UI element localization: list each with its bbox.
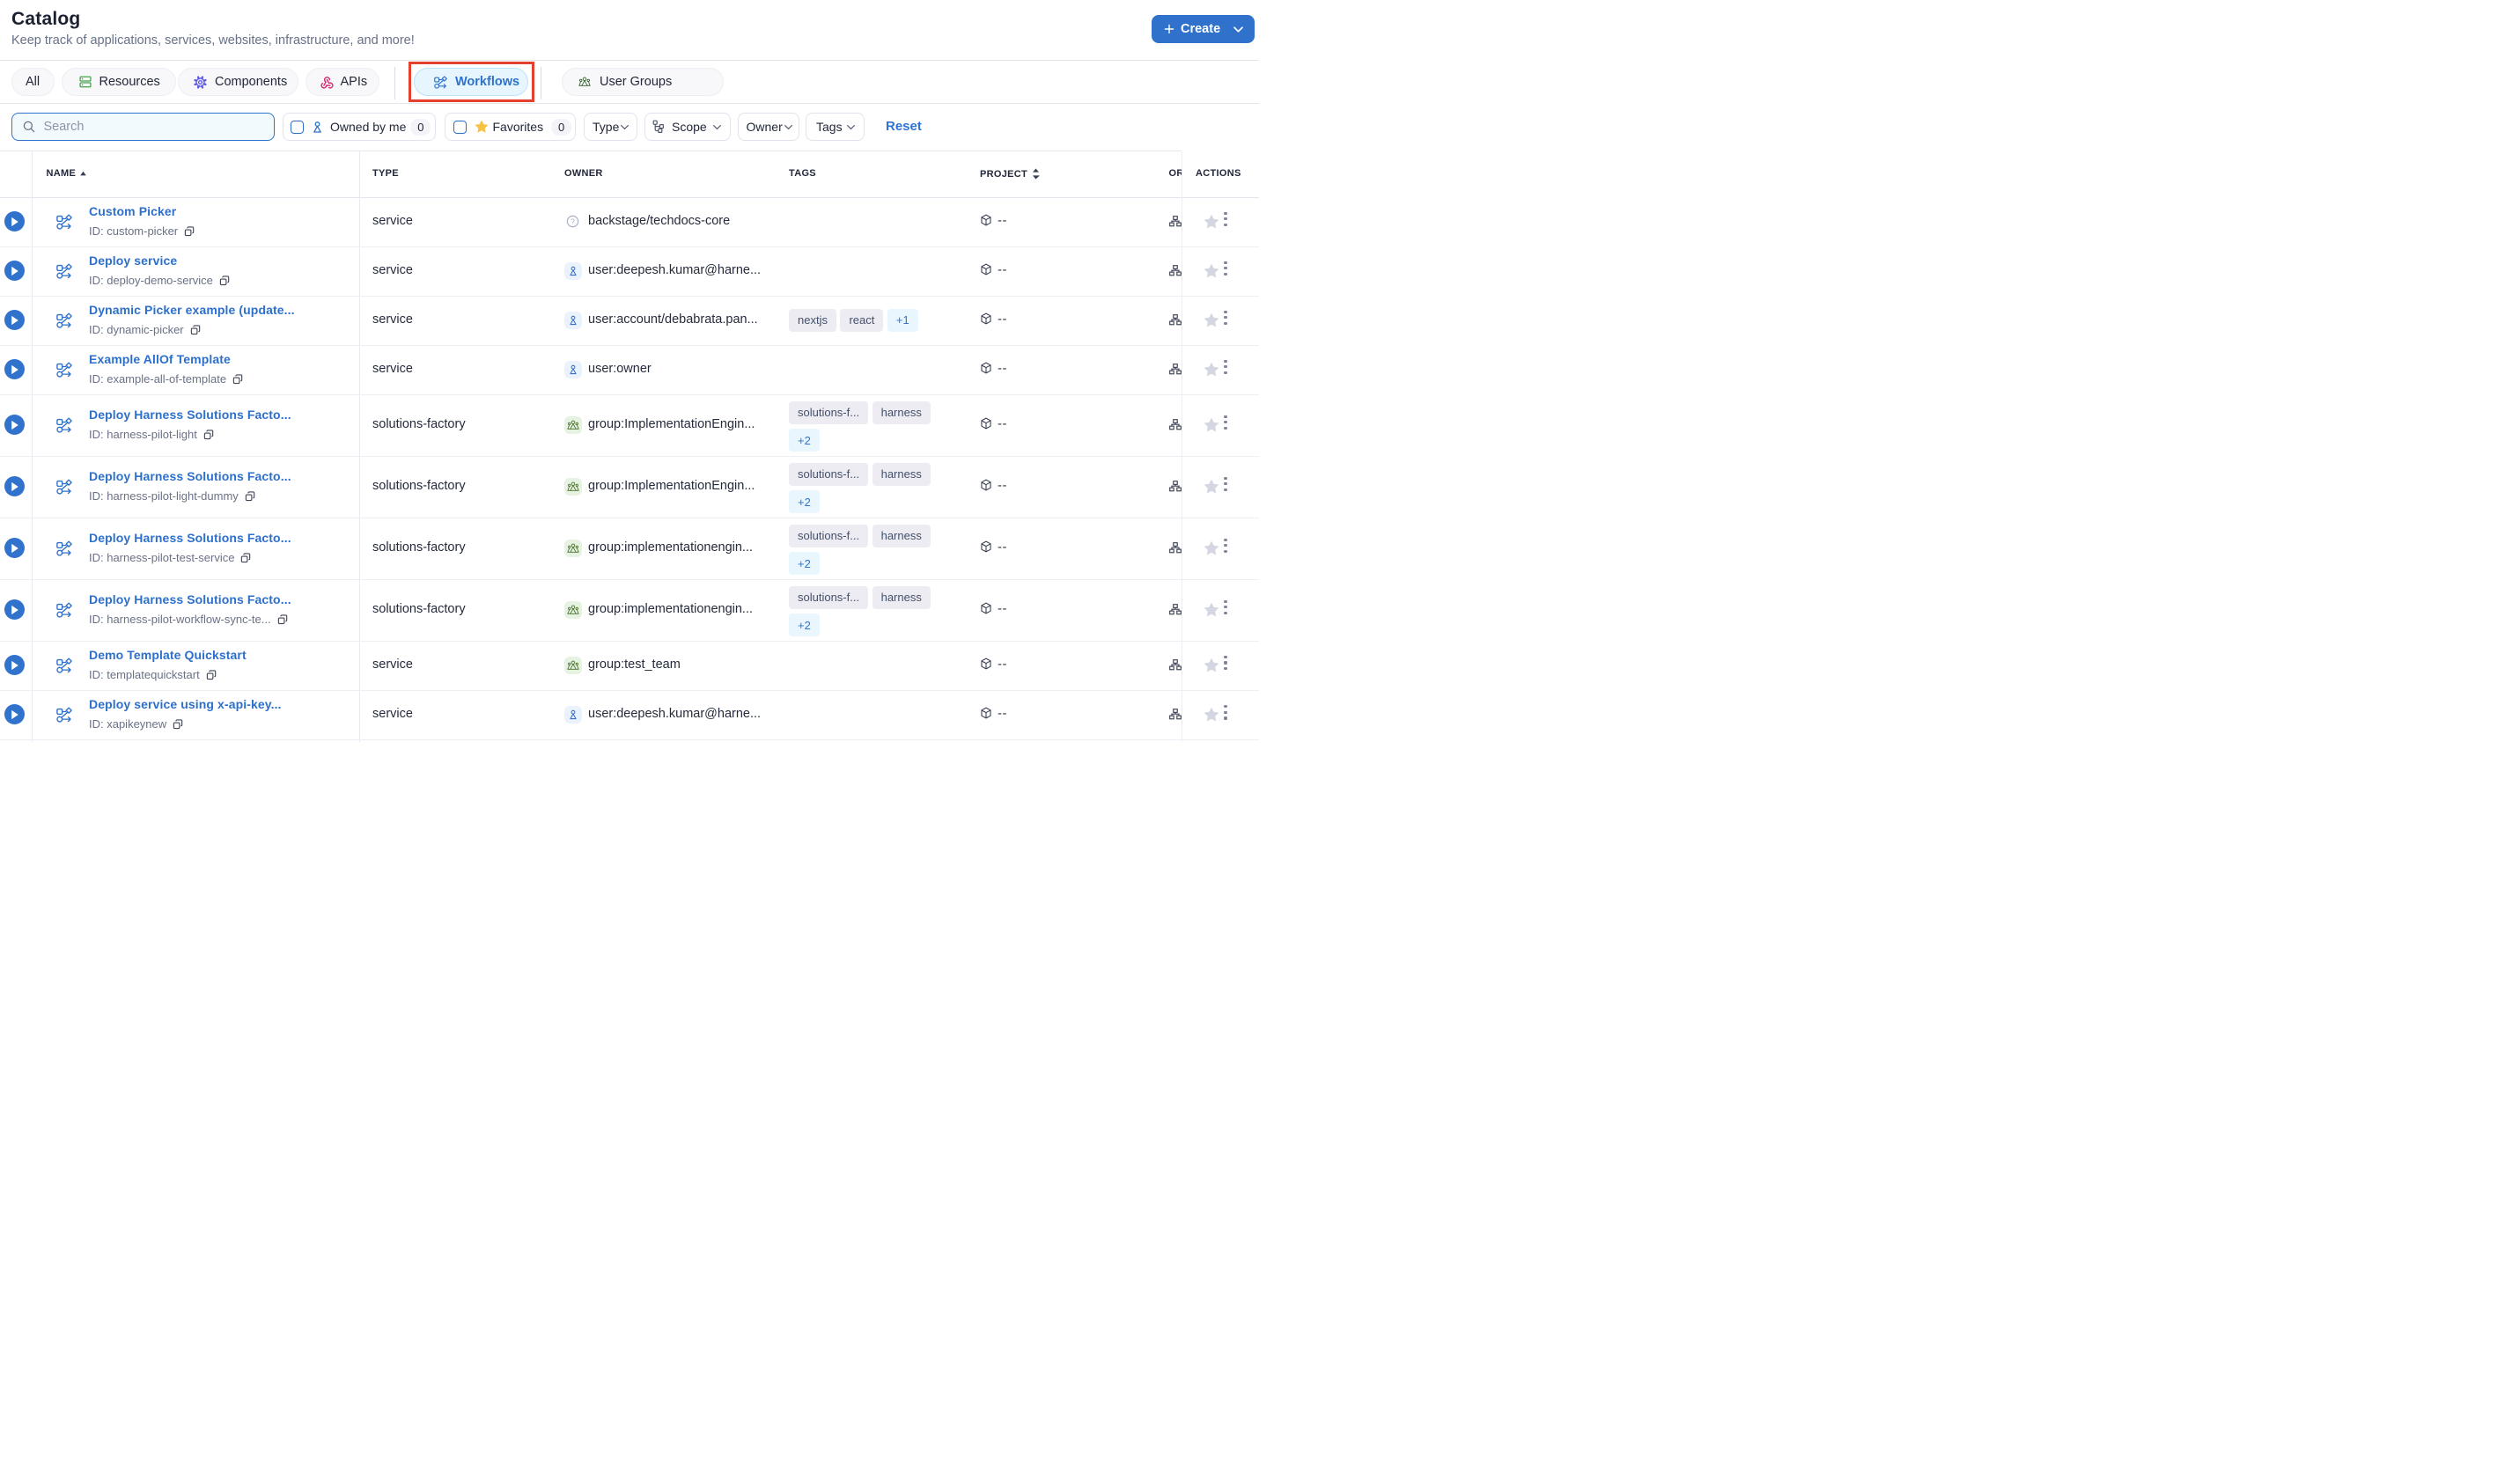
svg-text:?: ? [571,217,575,226]
